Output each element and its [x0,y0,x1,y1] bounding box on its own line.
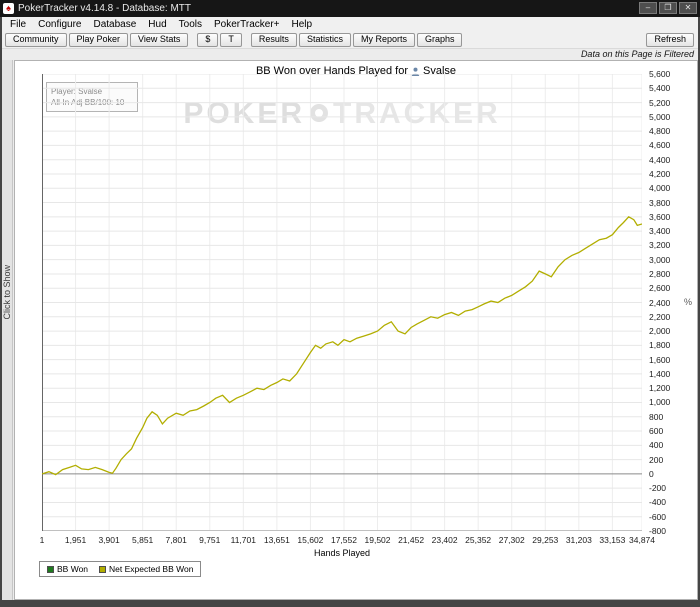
y-tick-label: 4,600 [649,140,671,151]
legend-item-bb-won: BB Won [47,564,88,574]
toolbar-group-main: Community Play Poker View Stats [5,32,189,47]
maximize-button[interactable]: ❐ [659,2,677,14]
legend-item-net-expected: Net Expected BB Won [99,564,193,574]
toolbar-group-filters: $ T [197,32,242,47]
y-tick-label: 1,000 [649,397,671,408]
chart-legend: BB Won Net Expected BB Won [39,561,202,577]
menu-item[interactable]: Configure [32,19,87,30]
y-tick-label: 2,200 [649,311,671,322]
y-tick-label: 3,800 [649,197,671,208]
y-tick-label: 2,600 [649,283,671,294]
y-tick-label: 400 [649,440,664,451]
y-tick-label: 1,600 [649,354,671,365]
filter-notice: Data on this Page is Filtered [580,49,694,59]
y-tick-label: 800 [649,411,664,422]
collapse-handle-label: Click to Show [2,265,12,320]
minimize-button[interactable]: – [639,2,657,14]
y-tick-label: 600 [649,426,664,437]
y-tick-label: 5,000 [649,111,671,122]
y-tick-label: 1,800 [649,340,671,351]
toolbar-group-views: Results Statistics My Reports Graphs [250,32,463,47]
legend-swatch-net-expected [99,565,107,573]
y-tick-label: 200 [649,454,664,465]
menu-item[interactable]: Tools [173,19,208,30]
toolbar-toggle-button[interactable]: T [220,32,242,47]
y-tick-label: 1,400 [649,368,671,379]
left-panel-collapse-handle[interactable]: Click to Show [2,60,13,600]
menu-item[interactable]: Database [87,19,142,30]
y-tick-label: 4,400 [649,154,671,165]
legend-swatch-bb-won [47,565,54,573]
window-title: PokerTracker v4.14.8 - Database: MTT [18,3,192,14]
y-tick-label: 1,200 [649,383,671,394]
y-tick-label: 5,200 [649,97,671,108]
y-tick-label: -200 [649,483,667,494]
legend-label-net-expected: Net Expected BB Won [109,564,194,574]
menu-item[interactable]: PokerTracker+ [208,19,285,30]
y-tick-label: 2,800 [649,268,671,279]
chart-panel: BB Won over Hands Played for Svalse Play… [14,60,698,600]
content-area: Click to Show BB Won over Hands Played f… [2,60,698,600]
y-tick-label: 5,600 [649,69,671,79]
x-axis-labels: 1 1,951 3,901 5,851 7,801 9,751 11,701 13,651 15… [40,535,655,545]
toolbar-view-button[interactable]: Statistics [298,32,351,47]
menu-item[interactable]: Hud [142,19,172,30]
y-tick-label: 2,400 [649,297,671,308]
window-controls: – ❐ ✕ [639,2,697,14]
refresh-button[interactable]: Refresh [646,32,694,47]
y-tick-label: 2,000 [649,326,671,337]
close-button[interactable]: ✕ [679,2,697,14]
toolbar-view-button[interactable]: Graphs [416,32,463,47]
line-chart [42,74,642,531]
y-tick-label: 0 [649,468,654,479]
pokertracker-window: ♠ PokerTracker v4.14.8 - Database: MTT –… [0,0,700,607]
y-tick-label: 4,800 [649,126,671,137]
title-bar[interactable]: ♠ PokerTracker v4.14.8 - Database: MTT –… [0,0,700,17]
y-tick-label: 3,600 [649,211,671,222]
toolbar-view-button[interactable]: Results [250,32,297,47]
toolbar: Community Play Poker View Stats $ T Results… [2,31,698,49]
y-tick-label: 4,000 [649,183,671,194]
y-tick-label: 4,200 [649,168,671,179]
filter-notice-bar: Data on this Page is Filtered [2,49,698,60]
toolbar-button[interactable]: Play Poker [68,32,129,47]
y-tick-label: 3,200 [649,240,671,251]
menu-item[interactable]: File [4,19,32,30]
x-axis-title: Hands Played [313,548,371,558]
toolbar-button[interactable]: Community [5,32,67,47]
menu-bar: File Configure Database Hud Tools PokerTracke… [2,17,698,31]
y-tick-label: -400 [649,497,667,508]
y-tick-label: 3,400 [649,226,671,237]
legend-label-bb-won: BB Won [57,564,89,574]
toolbar-toggle-button[interactable]: $ [197,32,219,47]
app-icon: ♠ [3,3,14,14]
y-tick-label: 5,400 [649,83,671,94]
y-tick-label: -600 [649,511,667,522]
toolbar-view-button[interactable]: My Reports [352,32,415,47]
menu-item[interactable]: Help [286,19,319,30]
x-tick-label: 34,874 [629,535,655,545]
toolbar-button[interactable]: View Stats [130,32,189,47]
y-axis-unit-label: % [684,297,693,307]
y-tick-label: 3,000 [649,254,671,265]
